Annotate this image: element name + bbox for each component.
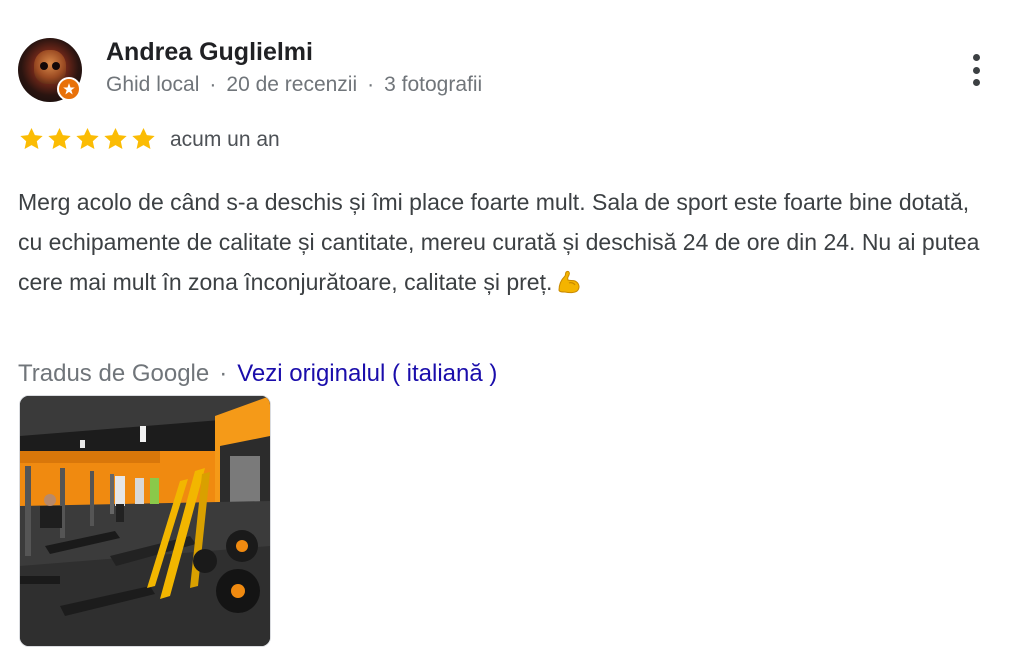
- translation-line: Tradus de Google · Vezi originalul ( itali…: [18, 360, 497, 388]
- star-rating: [18, 126, 157, 152]
- review-card: Andrea Guglielmi Ghid local · 20 de recenz…: [0, 0, 1014, 668]
- review-photo[interactable]: [19, 395, 271, 647]
- star-icon: [104, 127, 127, 149]
- author-meta: Ghid local · 20 de recenzii · 3 fotografii: [106, 73, 482, 97]
- view-original-link[interactable]: Vezi originalul ( italiană ): [237, 360, 497, 387]
- star-icon: [48, 127, 71, 149]
- local-guide-badge-icon: [57, 77, 81, 101]
- review-text-body: Merg acolo de când s-a deschis și îmi pl…: [18, 189, 980, 295]
- author-review-count[interactable]: 20 de recenzii: [226, 73, 357, 96]
- flexed-biceps-icon: [556, 266, 582, 306]
- author-role: Ghid local: [106, 73, 200, 96]
- meta-separator: ·: [367, 73, 375, 96]
- star-icon: [76, 127, 99, 149]
- author-photo-count[interactable]: 3 fotografii: [384, 73, 482, 96]
- gym-photo-icon: [20, 396, 270, 646]
- translation-separator: ·: [219, 360, 228, 387]
- star-icon: [20, 127, 43, 149]
- more-options-icon[interactable]: [960, 50, 992, 90]
- review-time: acum un an: [170, 128, 280, 151]
- translated-by-label: Tradus de Google: [18, 360, 210, 387]
- meta-separator: ·: [209, 73, 217, 96]
- author-name[interactable]: Andrea Guglielmi: [106, 38, 313, 67]
- review-text: Merg acolo de când s-a deschis și îmi pl…: [18, 182, 998, 306]
- star-icon: [132, 127, 155, 149]
